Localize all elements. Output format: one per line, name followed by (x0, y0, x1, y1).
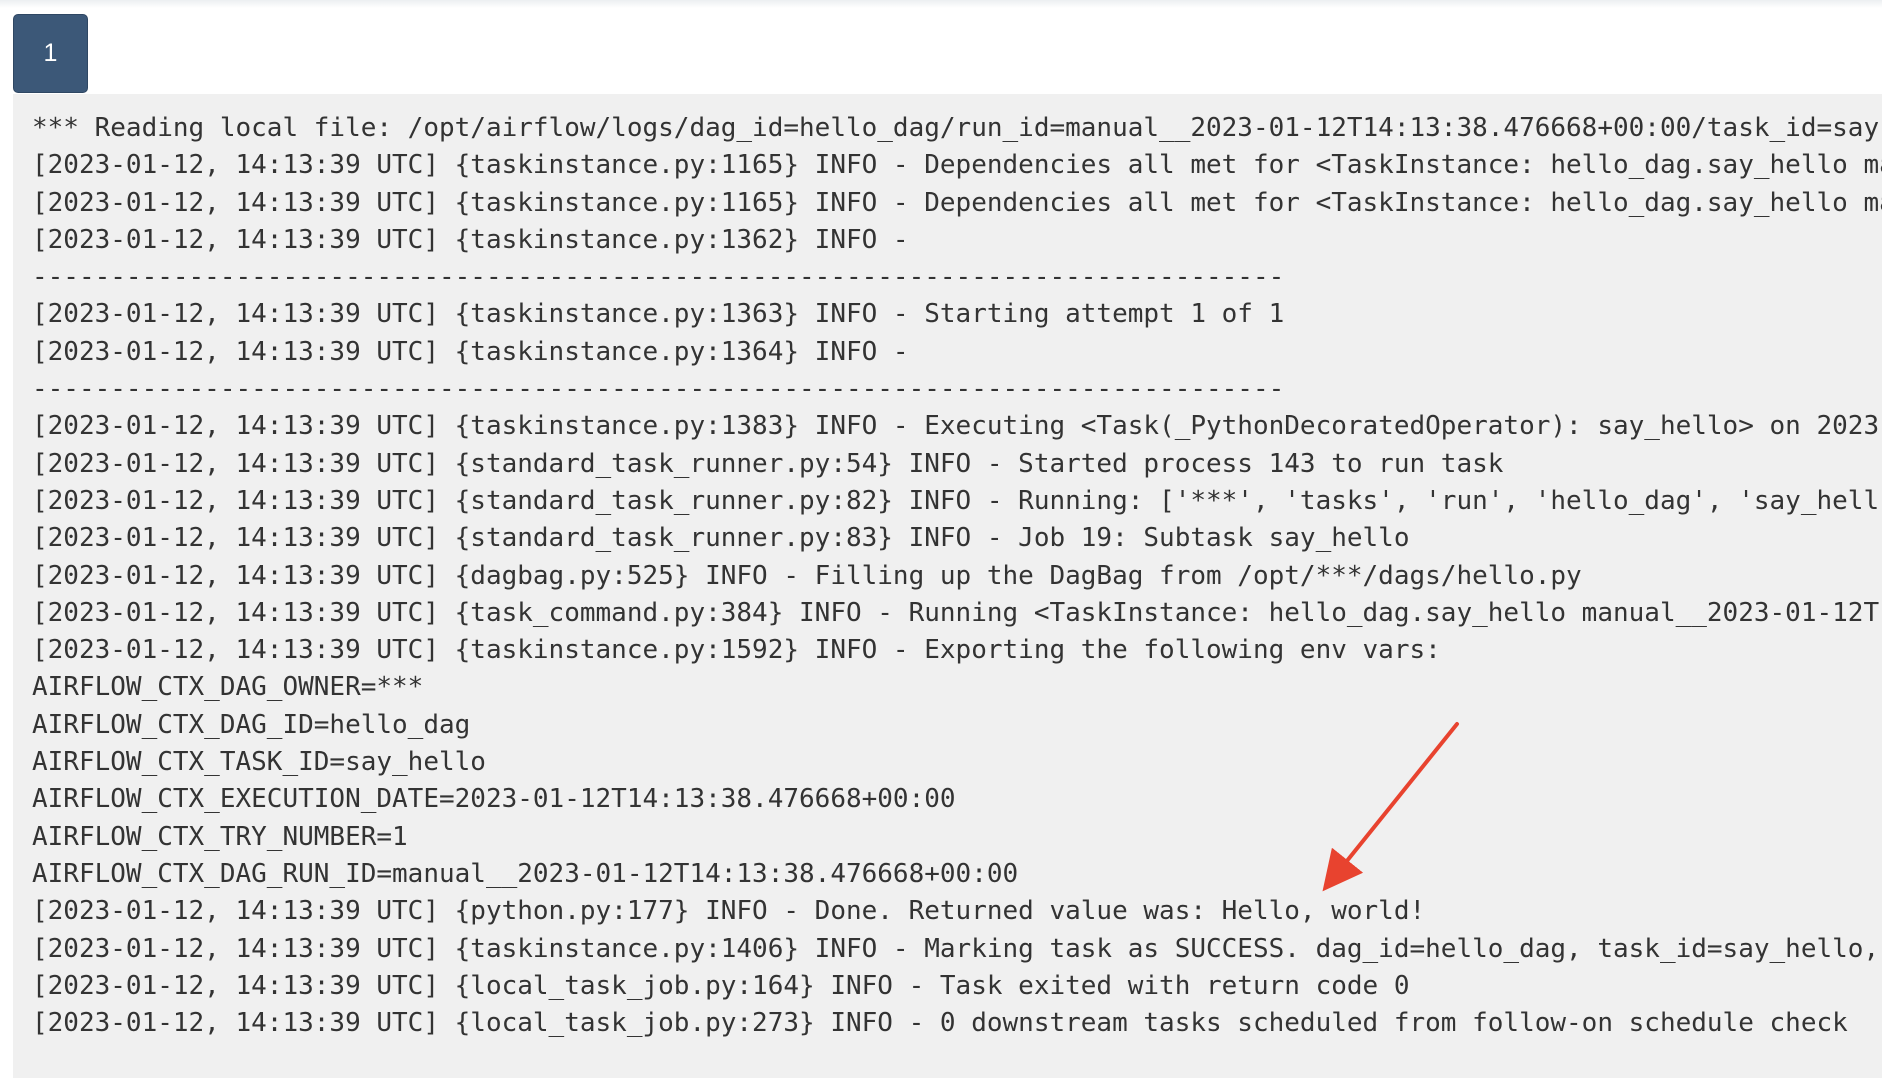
log-line: [2023-01-12, 14:13:39 UTC] {dagbag.py:52… (32, 560, 1582, 591)
log-line: [2023-01-12, 14:13:39 UTC] {local_task_j… (32, 1008, 1848, 1039)
log-line: AIRFLOW_CTX_EXECUTION_DATE=2023-01-12T14… (32, 784, 956, 815)
log-line: [2023-01-12, 14:13:39 UTC] {taskinstance… (32, 336, 909, 367)
log-line: [2023-01-12, 14:13:39 UTC] {taskinstance… (32, 299, 1285, 330)
log-line: ----------------------------------------… (32, 262, 1285, 293)
log-line: AIRFLOW_CTX_TRY_NUMBER=1 (32, 821, 408, 852)
log-line: [2023-01-12, 14:13:39 UTC] {local_task_j… (32, 970, 1410, 1001)
task-log-page: 1 *** Reading local file: /opt/airflow/l… (0, 0, 1882, 1078)
log-line: AIRFLOW_CTX_DAG_RUN_ID=manual__2023-01-1… (32, 858, 1019, 889)
log-line: AIRFLOW_CTX_TASK_ID=say_hello (32, 747, 486, 778)
log-line: [2023-01-12, 14:13:39 UTC] {python.py:17… (32, 896, 1426, 927)
log-panel[interactable]: *** Reading local file: /opt/airflow/log… (13, 94, 1882, 1078)
log-line: [2023-01-12, 14:13:39 UTC] {standard_tas… (32, 448, 1504, 479)
log-line: ----------------------------------------… (32, 374, 1285, 405)
log-line: [2023-01-12, 14:13:39 UTC] {standard_tas… (32, 523, 1410, 554)
log-line: [2023-01-12, 14:13:39 UTC] {task_command… (32, 597, 1880, 628)
log-line: AIRFLOW_CTX_DAG_OWNER=*** (32, 672, 424, 703)
attempt-tab-1[interactable]: 1 (13, 14, 88, 93)
log-lines: *** Reading local file: /opt/airflow/log… (32, 110, 1882, 1042)
log-line: [2023-01-12, 14:13:39 UTC] {standard_tas… (32, 485, 1880, 516)
log-line: [2023-01-12, 14:13:39 UTC] {taskinstance… (32, 933, 1880, 964)
log-line: [2023-01-12, 14:13:39 UTC] {taskinstance… (32, 150, 1882, 181)
top-edge (0, 0, 1882, 8)
log-line: [2023-01-12, 14:13:39 UTC] {taskinstance… (32, 411, 1882, 442)
log-line: AIRFLOW_CTX_DAG_ID=hello_dag (32, 709, 471, 740)
log-line: [2023-01-12, 14:13:39 UTC] {taskinstance… (32, 635, 1441, 666)
log-line: [2023-01-12, 14:13:39 UTC] {taskinstance… (32, 224, 909, 255)
log-line: *** Reading local file: /opt/airflow/log… (32, 113, 1880, 143)
log-line: [2023-01-12, 14:13:39 UTC] {taskinstance… (32, 187, 1882, 218)
